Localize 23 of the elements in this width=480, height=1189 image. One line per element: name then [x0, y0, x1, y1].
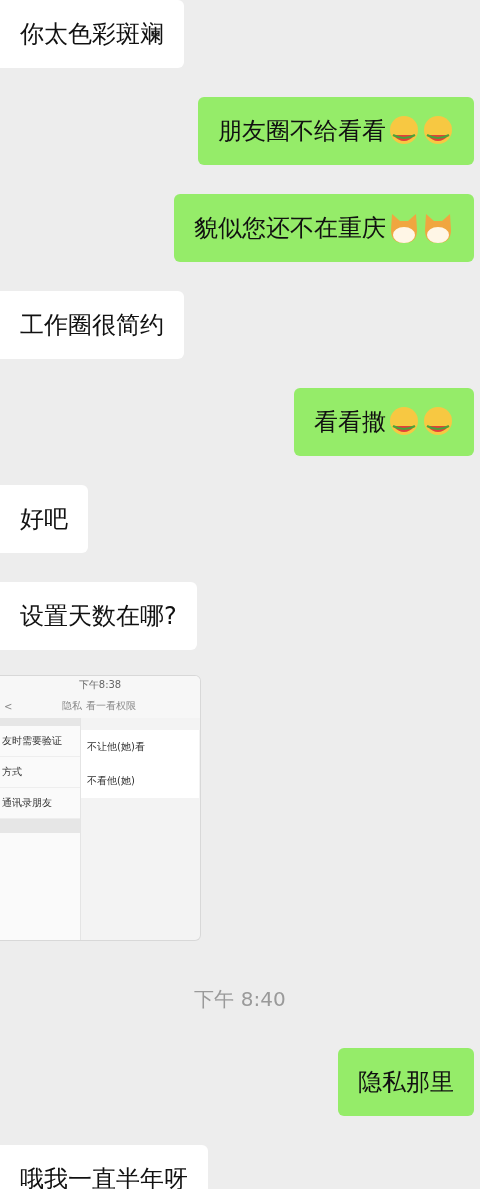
message-text: 看看撒 — [314, 407, 386, 438]
melon-sticker-icon — [388, 406, 420, 438]
message-text: 貌似您还不在重庆 — [194, 213, 386, 244]
dog-sticker-icon — [422, 212, 454, 244]
timestamp: 下午 8:40 — [194, 986, 286, 1013]
message-text: 你太色彩斑斓 — [20, 19, 164, 50]
status-time: 下午8:38 — [0, 676, 200, 694]
settings-item: 友时需要验证 — [0, 726, 80, 757]
menu-option: 不让他(她)看 — [81, 730, 199, 764]
melon-sticker-icon — [422, 115, 454, 147]
menu-option: 不看他(她) — [81, 764, 199, 798]
screen-title: 隐私 看一看权限 — [62, 699, 136, 713]
screenshot-image[interactable]: 下午8:38 < 隐私 看一看权限 友时需要验证 方式 通讯录朋友 不让他(她)看 不看他(她) — [0, 675, 201, 941]
back-label: < — [4, 700, 13, 712]
message-text: 好吧 — [20, 504, 68, 535]
message-text: 设置天数在哪? — [20, 601, 177, 632]
settings-item: 方式 — [0, 757, 80, 788]
melon-sticker-icon — [388, 115, 420, 147]
message-text: 工作圈很简约 — [20, 310, 164, 341]
dog-sticker-icon — [388, 212, 420, 244]
message-text: 朋友圈不给看看 — [218, 116, 386, 147]
melon-sticker-icon — [422, 406, 454, 438]
message-text: 隐私那里 — [358, 1067, 454, 1098]
